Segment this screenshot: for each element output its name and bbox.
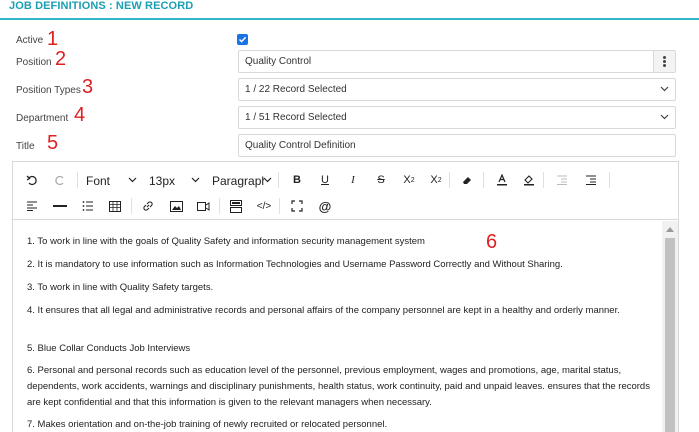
kebab-dot (663, 64, 666, 67)
template-icon[interactable] (227, 197, 245, 215)
link-icon[interactable] (139, 197, 157, 215)
outdent-icon[interactable] (553, 171, 571, 189)
video-icon[interactable] (194, 197, 212, 215)
align-left-icon[interactable] (23, 197, 41, 215)
highlight-icon[interactable] (520, 171, 538, 189)
marker-1: 1 (47, 28, 59, 50)
paragraph-select[interactable]: Paragraph (212, 174, 264, 188)
fullscreen-icon[interactable] (288, 197, 306, 215)
position-menu-button[interactable] (653, 51, 675, 72)
editor-toolbar: Font 13px Paragraph B U I S X2 X2 </> @ (13, 162, 678, 220)
image-icon[interactable] (167, 197, 185, 215)
department-value: 1 / 51 Record Selected (245, 112, 347, 123)
scroll-up-icon[interactable] (666, 227, 674, 232)
paragraph-3: 3. To work in line with Quality Safety t… (27, 282, 214, 293)
kebab-dot (663, 60, 666, 63)
subscript-icon[interactable]: X2 (400, 171, 418, 189)
font-select[interactable]: Font (86, 174, 110, 188)
active-label: Active (16, 35, 44, 46)
horizontal-rule-icon[interactable] (51, 197, 69, 215)
page-title: JOB DEFINITIONS : NEW RECORD (9, 0, 194, 12)
paragraph-1: 1. To work in line with the goals of Qua… (27, 236, 425, 247)
eraser-icon[interactable] (458, 171, 476, 189)
underline-icon[interactable]: U (316, 171, 334, 189)
title-label: Title (16, 141, 35, 152)
position-value: Quality Control (245, 56, 312, 67)
marker-5: 5 (47, 132, 59, 154)
bold-icon[interactable]: B (288, 171, 306, 189)
list-icon[interactable] (79, 197, 97, 215)
paragraph-7: 7. Makes orientation and on-the-job trai… (27, 419, 388, 430)
superscript-icon[interactable]: X2 (427, 171, 445, 189)
marker-3: 3 (82, 76, 94, 98)
rich-text-editor: Font 13px Paragraph B U I S X2 X2 </> @ … (12, 161, 679, 432)
marker-4: 4 (74, 104, 86, 126)
indent-icon[interactable] (582, 171, 600, 189)
code-view-icon[interactable]: </> (255, 197, 273, 215)
chevron-down-icon[interactable] (191, 177, 200, 183)
title-value: Quality Control Definition (245, 140, 356, 151)
position-types-label: Position Types (16, 85, 81, 96)
position-types-value: 1 / 22 Record Selected (245, 84, 347, 95)
italic-icon[interactable]: I (344, 171, 362, 189)
table-icon[interactable] (106, 197, 124, 215)
position-field[interactable]: Quality Control (238, 50, 676, 73)
kebab-dot (663, 56, 666, 59)
editor-content[interactable]: 1. To work in line with the goals of Qua… (13, 221, 661, 432)
active-checkbox[interactable] (237, 34, 248, 45)
paragraph-4: 4. It ensures that all legal and adminis… (27, 305, 620, 316)
position-types-select[interactable]: 1 / 22 Record Selected (238, 78, 676, 101)
strikethrough-icon[interactable]: S (372, 171, 390, 189)
marker-6: 6 (486, 231, 498, 253)
redo-icon[interactable] (51, 171, 69, 189)
chevron-down-icon[interactable] (128, 177, 137, 183)
chevron-down-icon (660, 86, 669, 92)
position-label: Position (16, 57, 52, 68)
font-color-icon[interactable] (493, 171, 511, 189)
chevron-down-icon[interactable] (263, 177, 272, 183)
font-size-select[interactable]: 13px (149, 174, 175, 188)
undo-icon[interactable] (23, 171, 41, 189)
editor-scrollbar[interactable] (662, 221, 678, 432)
paragraph-5: 5. Blue Collar Conducts Job Interviews (27, 343, 191, 354)
paragraph-6: 6. Personal and personal records such as… (27, 365, 650, 408)
marker-2: 2 (55, 48, 67, 70)
department-select[interactable]: 1 / 51 Record Selected (238, 106, 676, 129)
department-label: Department (16, 113, 69, 124)
chevron-down-icon (660, 114, 669, 120)
page-header: JOB DEFINITIONS : NEW RECORD (0, 0, 699, 20)
title-input[interactable]: Quality Control Definition (238, 134, 676, 157)
mention-icon[interactable]: @ (316, 197, 334, 215)
scroll-thumb[interactable] (665, 238, 675, 432)
check-icon (238, 36, 247, 43)
paragraph-2: 2. It is mandatory to use information su… (27, 259, 563, 270)
